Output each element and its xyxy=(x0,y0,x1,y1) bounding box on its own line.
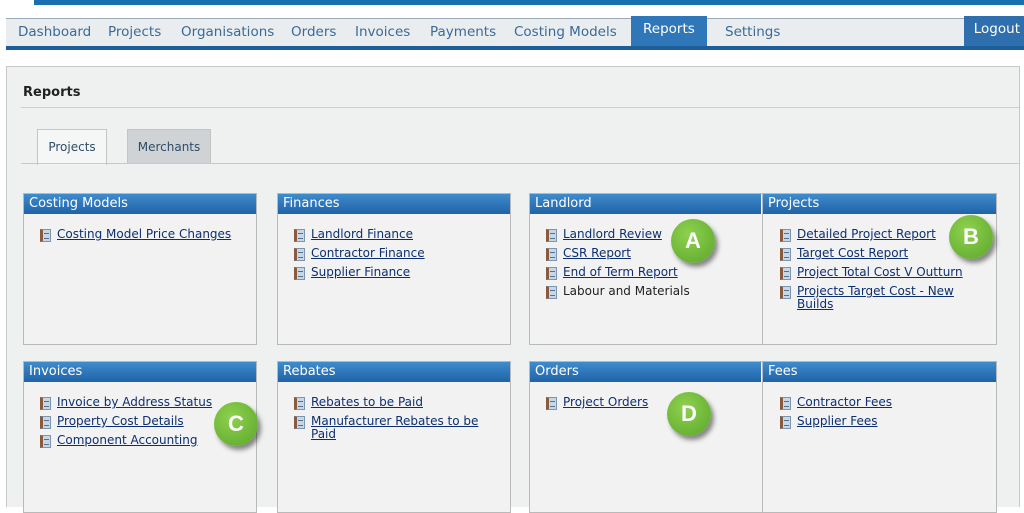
report-link-item: Project Total Cost V Outturn xyxy=(780,266,980,280)
panel-landlord-projects: Landlord Projects Landlord Review CSR Re… xyxy=(529,193,997,345)
report-link[interactable]: Project Orders xyxy=(563,396,648,409)
report-link[interactable]: Detailed Project Report xyxy=(797,228,936,241)
report-link[interactable]: Property Cost Details xyxy=(57,415,184,428)
panel-divider xyxy=(762,194,763,344)
report-icon xyxy=(780,416,791,429)
report-link-item: Supplier Fees xyxy=(780,415,892,429)
panel-costing-models: Costing Models Costing Model Price Chang… xyxy=(23,193,257,345)
nav-settings[interactable]: Settings xyxy=(725,19,780,46)
report-link[interactable]: Supplier Fees xyxy=(797,415,878,428)
report-link[interactable]: Contractor Finance xyxy=(311,247,425,260)
report-link[interactable]: Landlord Finance xyxy=(311,228,413,241)
top-accent-stripe xyxy=(34,0,1024,5)
report-link-item: Rebates to be Paid xyxy=(294,396,484,410)
report-icon xyxy=(546,397,557,410)
report-link[interactable]: Rebates to be Paid xyxy=(311,396,423,409)
report-icon xyxy=(40,416,51,429)
report-link[interactable]: CSR Report xyxy=(563,247,631,260)
nav-orders[interactable]: Orders xyxy=(291,19,336,46)
report-link-item: Landlord Review xyxy=(546,228,690,242)
callout-marker-b: B xyxy=(949,215,993,259)
report-item-static: Labour and Materials xyxy=(546,285,690,299)
panel-header: Rebates xyxy=(278,362,510,382)
report-icon xyxy=(294,248,305,261)
report-icon xyxy=(294,397,305,410)
panel-orders-fees: Orders Fees Project Orders Contractor Fe… xyxy=(529,361,997,513)
panel-header-landlord: Landlord xyxy=(530,194,761,214)
tabs-divider xyxy=(21,163,1019,164)
panel-finances: Finances Landlord Finance Contractor Fin… xyxy=(277,193,511,345)
report-link[interactable]: Costing Model Price Changes xyxy=(57,228,231,241)
panel-header-fees: Fees xyxy=(763,362,996,382)
callout-marker-d: D xyxy=(667,392,711,436)
report-link-item: Manufacturer Rebates to be Paid xyxy=(294,415,484,441)
report-icon xyxy=(294,267,305,280)
reports-content: Reports Projects Merchants Costing Model… xyxy=(6,66,1020,513)
title-divider xyxy=(21,107,1019,108)
tab-projects[interactable]: Projects xyxy=(37,129,107,165)
report-link[interactable]: Projects Target Cost - New Builds xyxy=(797,285,980,311)
report-link[interactable]: Project Total Cost V Outturn xyxy=(797,266,963,279)
report-link-item: Contractor Finance xyxy=(294,247,425,261)
report-link-item: Property Cost Details xyxy=(40,415,212,429)
report-link[interactable]: Landlord Review xyxy=(563,228,662,241)
report-link-item: Landlord Finance xyxy=(294,228,425,242)
report-icon xyxy=(40,397,51,410)
report-link-item: Component Accounting xyxy=(40,434,212,448)
report-link-item: Invoice by Address Status xyxy=(40,396,212,410)
report-link-item: End of Term Report xyxy=(546,266,690,280)
report-icon xyxy=(780,248,791,261)
nav-reports[interactable]: Reports xyxy=(631,16,707,46)
report-icon xyxy=(40,435,51,448)
report-link[interactable]: Supplier Finance xyxy=(311,266,410,279)
report-icon xyxy=(780,286,791,299)
nav-invoices[interactable]: Invoices xyxy=(355,19,410,46)
report-icon xyxy=(40,229,51,242)
report-link[interactable]: Contractor Fees xyxy=(797,396,892,409)
report-link[interactable]: End of Term Report xyxy=(563,266,678,279)
tab-merchants[interactable]: Merchants xyxy=(127,129,211,164)
nav-costing-models[interactable]: Costing Models xyxy=(514,19,617,46)
report-icon xyxy=(294,229,305,242)
logout-button[interactable]: Logout xyxy=(963,16,1024,46)
nav-organisations[interactable]: Organisations xyxy=(181,19,274,46)
report-link-item: Projects Target Cost - New Builds xyxy=(780,285,980,311)
report-link-item: Costing Model Price Changes xyxy=(40,228,231,242)
report-link-item: CSR Report xyxy=(546,247,690,261)
report-icon xyxy=(546,286,557,299)
report-icon xyxy=(780,267,791,280)
report-icon xyxy=(294,416,305,429)
panel-divider xyxy=(762,362,763,512)
report-icon xyxy=(546,267,557,280)
report-link-item: Supplier Finance xyxy=(294,266,425,280)
nav-dashboard[interactable]: Dashboard xyxy=(18,19,91,46)
report-icon xyxy=(546,229,557,242)
panel-header: Finances xyxy=(278,194,510,214)
callout-marker-c: C xyxy=(214,402,258,446)
report-link[interactable]: Manufacturer Rebates to be Paid xyxy=(311,415,484,441)
report-link-item: Project Orders xyxy=(546,396,648,410)
panel-header: Invoices xyxy=(24,362,256,382)
panel-header-projects: Projects xyxy=(763,194,996,214)
main-nav: Dashboard Projects Organisations Orders … xyxy=(6,16,1024,50)
report-icon xyxy=(780,397,791,410)
panel-rebates: Rebates Rebates to be Paid Manufacturer … xyxy=(277,361,511,513)
report-link[interactable]: Component Accounting xyxy=(57,434,198,447)
nav-projects[interactable]: Projects xyxy=(108,19,161,46)
report-link-item: Target Cost Report xyxy=(780,247,980,261)
report-icon xyxy=(780,229,791,242)
nav-payments[interactable]: Payments xyxy=(430,19,496,46)
page-title: Reports xyxy=(23,85,81,100)
panel-header-orders: Orders xyxy=(530,362,761,382)
report-label: Labour and Materials xyxy=(563,284,690,298)
report-link[interactable]: Target Cost Report xyxy=(797,247,908,260)
report-link[interactable]: Invoice by Address Status xyxy=(57,396,212,409)
panel-header: Costing Models xyxy=(24,194,256,214)
report-icon xyxy=(546,248,557,261)
report-link-item: Contractor Fees xyxy=(780,396,892,410)
callout-marker-a: A xyxy=(671,219,715,263)
